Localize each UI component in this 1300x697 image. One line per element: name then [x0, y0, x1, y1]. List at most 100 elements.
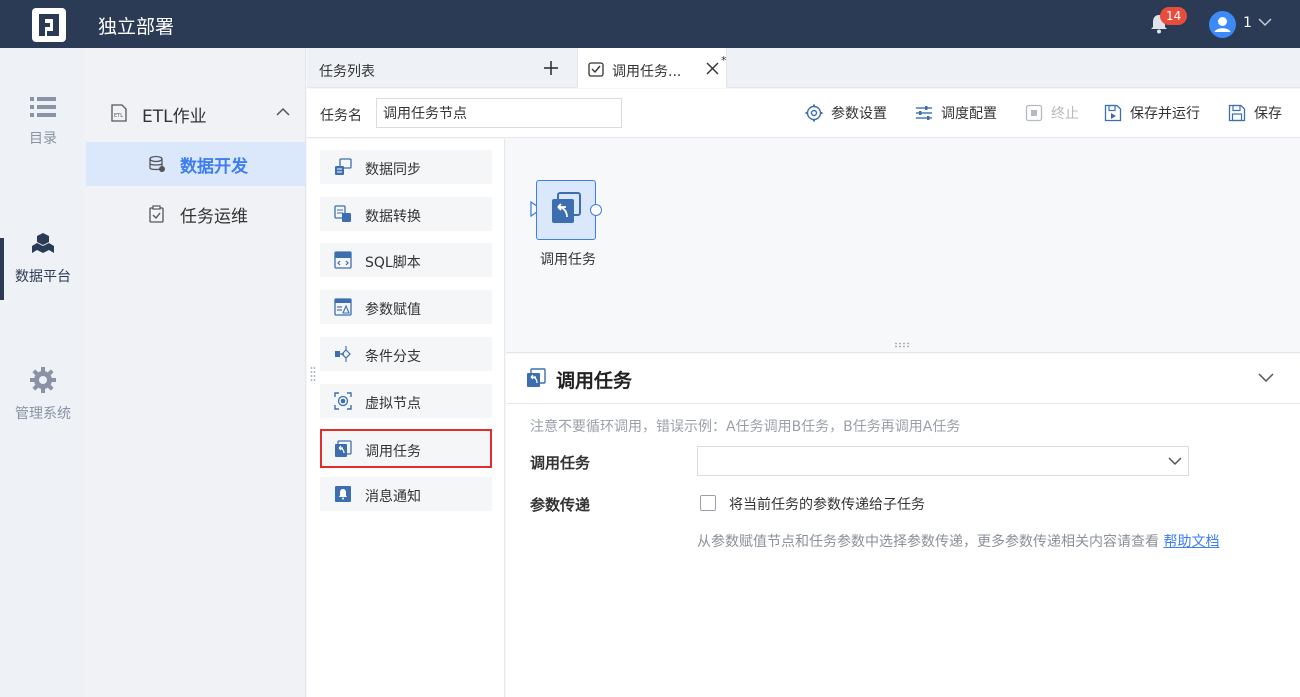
- cubes-icon: [32, 233, 54, 253]
- left-nav: 目录 数据平台 管理系统: [0, 48, 86, 697]
- palette-item-label: 参数赋值: [365, 302, 421, 318]
- nav-item-management[interactable]: 管理系统: [0, 367, 86, 423]
- close-icon[interactable]: [706, 62, 719, 75]
- plus-icon[interactable]: [543, 60, 559, 76]
- palette-item-data-transform[interactable]: 数据转换: [320, 197, 492, 231]
- chevron-up-icon[interactable]: [276, 107, 290, 117]
- param-settings-label: 参数设置: [831, 106, 887, 122]
- call-task-node[interactable]: [536, 180, 596, 240]
- chevron-down-icon: [1168, 457, 1182, 466]
- subnav-item-label: 任务运维: [180, 207, 248, 227]
- pass-params-checkbox[interactable]: [700, 495, 716, 511]
- gear-icon: [805, 104, 823, 122]
- sql-script-icon: [334, 251, 352, 269]
- checkbox-square-icon: [588, 62, 604, 77]
- gear-icon: [30, 367, 56, 393]
- etl-file-icon: ETL: [111, 104, 127, 122]
- call-task-icon: [335, 440, 352, 457]
- data-transform-icon: [334, 205, 351, 222]
- resize-handle-icon[interactable]: [894, 342, 912, 348]
- user-name[interactable]: 1: [1243, 15, 1252, 31]
- palette-item-condition-branch[interactable]: 条件分支: [320, 337, 492, 371]
- stop-icon: [1025, 104, 1043, 122]
- param-pass-label: 参数传递: [530, 496, 591, 514]
- svg-text:ETL: ETL: [114, 113, 123, 119]
- subnav-group-etl[interactable]: ETL ETL作业: [86, 88, 306, 136]
- tab-bar: 任务列表 调用任务... *: [307, 48, 1300, 88]
- node-palette: 数据同步 数据转换 SQL脚本 参数赋值 条件分支 虚拟节点 调用任务 消息通知: [307, 139, 505, 697]
- task-name-input[interactable]: [376, 98, 622, 128]
- sub-nav: ETL ETL作业 数据开发 任务运维: [86, 48, 306, 697]
- notification-badge: 14: [1160, 7, 1188, 25]
- call-task-select[interactable]: [697, 446, 1189, 476]
- avatar[interactable]: [1209, 11, 1236, 38]
- save-icon: [1228, 104, 1246, 122]
- save-and-run-label: 保存并运行: [1130, 106, 1200, 122]
- top-bar: 独立部署 14 1: [0, 0, 1300, 48]
- palette-item-label: SQL脚本: [365, 255, 421, 271]
- palette-item-param-assign[interactable]: 参数赋值: [320, 290, 492, 324]
- property-panel: 调用任务 注意不要循环调用，错误示例：A任务调用B任务，B任务再调用A任务 调用…: [506, 354, 1300, 697]
- save-button[interactable]: 保存: [1228, 102, 1282, 124]
- palette-item-message-notify[interactable]: 消息通知: [320, 477, 492, 511]
- chevron-down-icon[interactable]: [1258, 372, 1274, 383]
- subnav-item-label: 数据开发: [180, 157, 248, 177]
- nav-item-data-platform[interactable]: 数据平台: [0, 232, 86, 286]
- save-run-icon: [1104, 104, 1122, 122]
- subnav-item-data-dev[interactable]: 数据开发: [86, 142, 306, 186]
- palette-item-label: 数据转换: [365, 209, 421, 225]
- help-text: 从参数赋值节点和任务参数中选择参数传递，更多参数传递相关内容请查看 帮助文档: [697, 531, 1219, 551]
- subnav-item-task-ops[interactable]: 任务运维: [86, 192, 306, 236]
- user-icon: [1214, 17, 1231, 32]
- palette-item-label: 条件分支: [365, 349, 421, 365]
- subnav-group-label: ETL作业: [142, 107, 207, 127]
- node-label: 调用任务: [540, 252, 596, 268]
- panel-note: 注意不要循环调用，错误示例：A任务调用B任务，B任务再调用A任务: [530, 419, 961, 435]
- tab-task-list[interactable]: 任务列表: [307, 48, 577, 88]
- tab-modified-mark: *: [721, 54, 727, 67]
- nav-item-label: 数据平台: [15, 269, 71, 285]
- clipboard-check-icon: [149, 205, 164, 223]
- save-label: 保存: [1254, 106, 1282, 122]
- nav-item-catalog[interactable]: 目录: [0, 96, 86, 148]
- app-title: 独立部署: [98, 16, 175, 38]
- help-doc-link[interactable]: 帮助文档: [1163, 534, 1219, 550]
- tab-call-task-label: 调用任务...: [612, 64, 682, 80]
- schedule-config-label: 调度配置: [941, 106, 997, 122]
- palette-item-virtual-node[interactable]: 虚拟节点: [320, 384, 492, 418]
- param-assign-icon: [334, 298, 352, 316]
- call-task-label: 调用任务: [530, 454, 591, 472]
- schedule-config-button[interactable]: 调度配置: [915, 102, 997, 124]
- toolbar: 任务名 参数设置 调度配置 终止 保存并运行: [307, 89, 1300, 138]
- virtual-node-icon: [334, 392, 352, 410]
- nav-item-label: 管理系统: [15, 406, 71, 422]
- panel-header[interactable]: 调用任务: [506, 354, 1300, 404]
- notification-icon: [335, 486, 351, 502]
- flow-canvas[interactable]: 调用任务: [506, 139, 1300, 353]
- stop-label: 终止: [1051, 106, 1079, 122]
- branch-icon: [335, 346, 351, 362]
- sliders-icon: [916, 106, 932, 120]
- list-icon: [30, 97, 56, 117]
- palette-item-call-task[interactable]: 调用任务: [320, 429, 492, 468]
- panel-title: 调用任务: [556, 370, 633, 392]
- call-task-icon: [527, 368, 546, 387]
- node-output-port[interactable]: [590, 204, 602, 216]
- stop-button[interactable]: 终止: [1025, 102, 1079, 124]
- data-sync-icon: [335, 158, 352, 175]
- palette-item-label: 数据同步: [365, 162, 421, 178]
- logo-icon: [32, 8, 66, 42]
- tab-call-task[interactable]: 调用任务... *: [577, 48, 727, 88]
- palette-item-label: 消息通知: [365, 489, 421, 505]
- task-name-label: 任务名: [320, 108, 362, 124]
- palette-item-data-sync[interactable]: 数据同步: [320, 150, 492, 184]
- save-and-run-button[interactable]: 保存并运行: [1104, 102, 1200, 124]
- database-icon: [149, 155, 165, 172]
- palette-item-label: 调用任务: [365, 444, 421, 460]
- resize-handle-icon[interactable]: [310, 366, 316, 384]
- palette-item-sql-script[interactable]: SQL脚本: [320, 243, 492, 277]
- chevron-down-icon[interactable]: [1258, 17, 1272, 27]
- param-settings-button[interactable]: 参数设置: [805, 102, 887, 124]
- tab-task-list-label: 任务列表: [319, 64, 375, 80]
- call-task-icon: [552, 192, 581, 223]
